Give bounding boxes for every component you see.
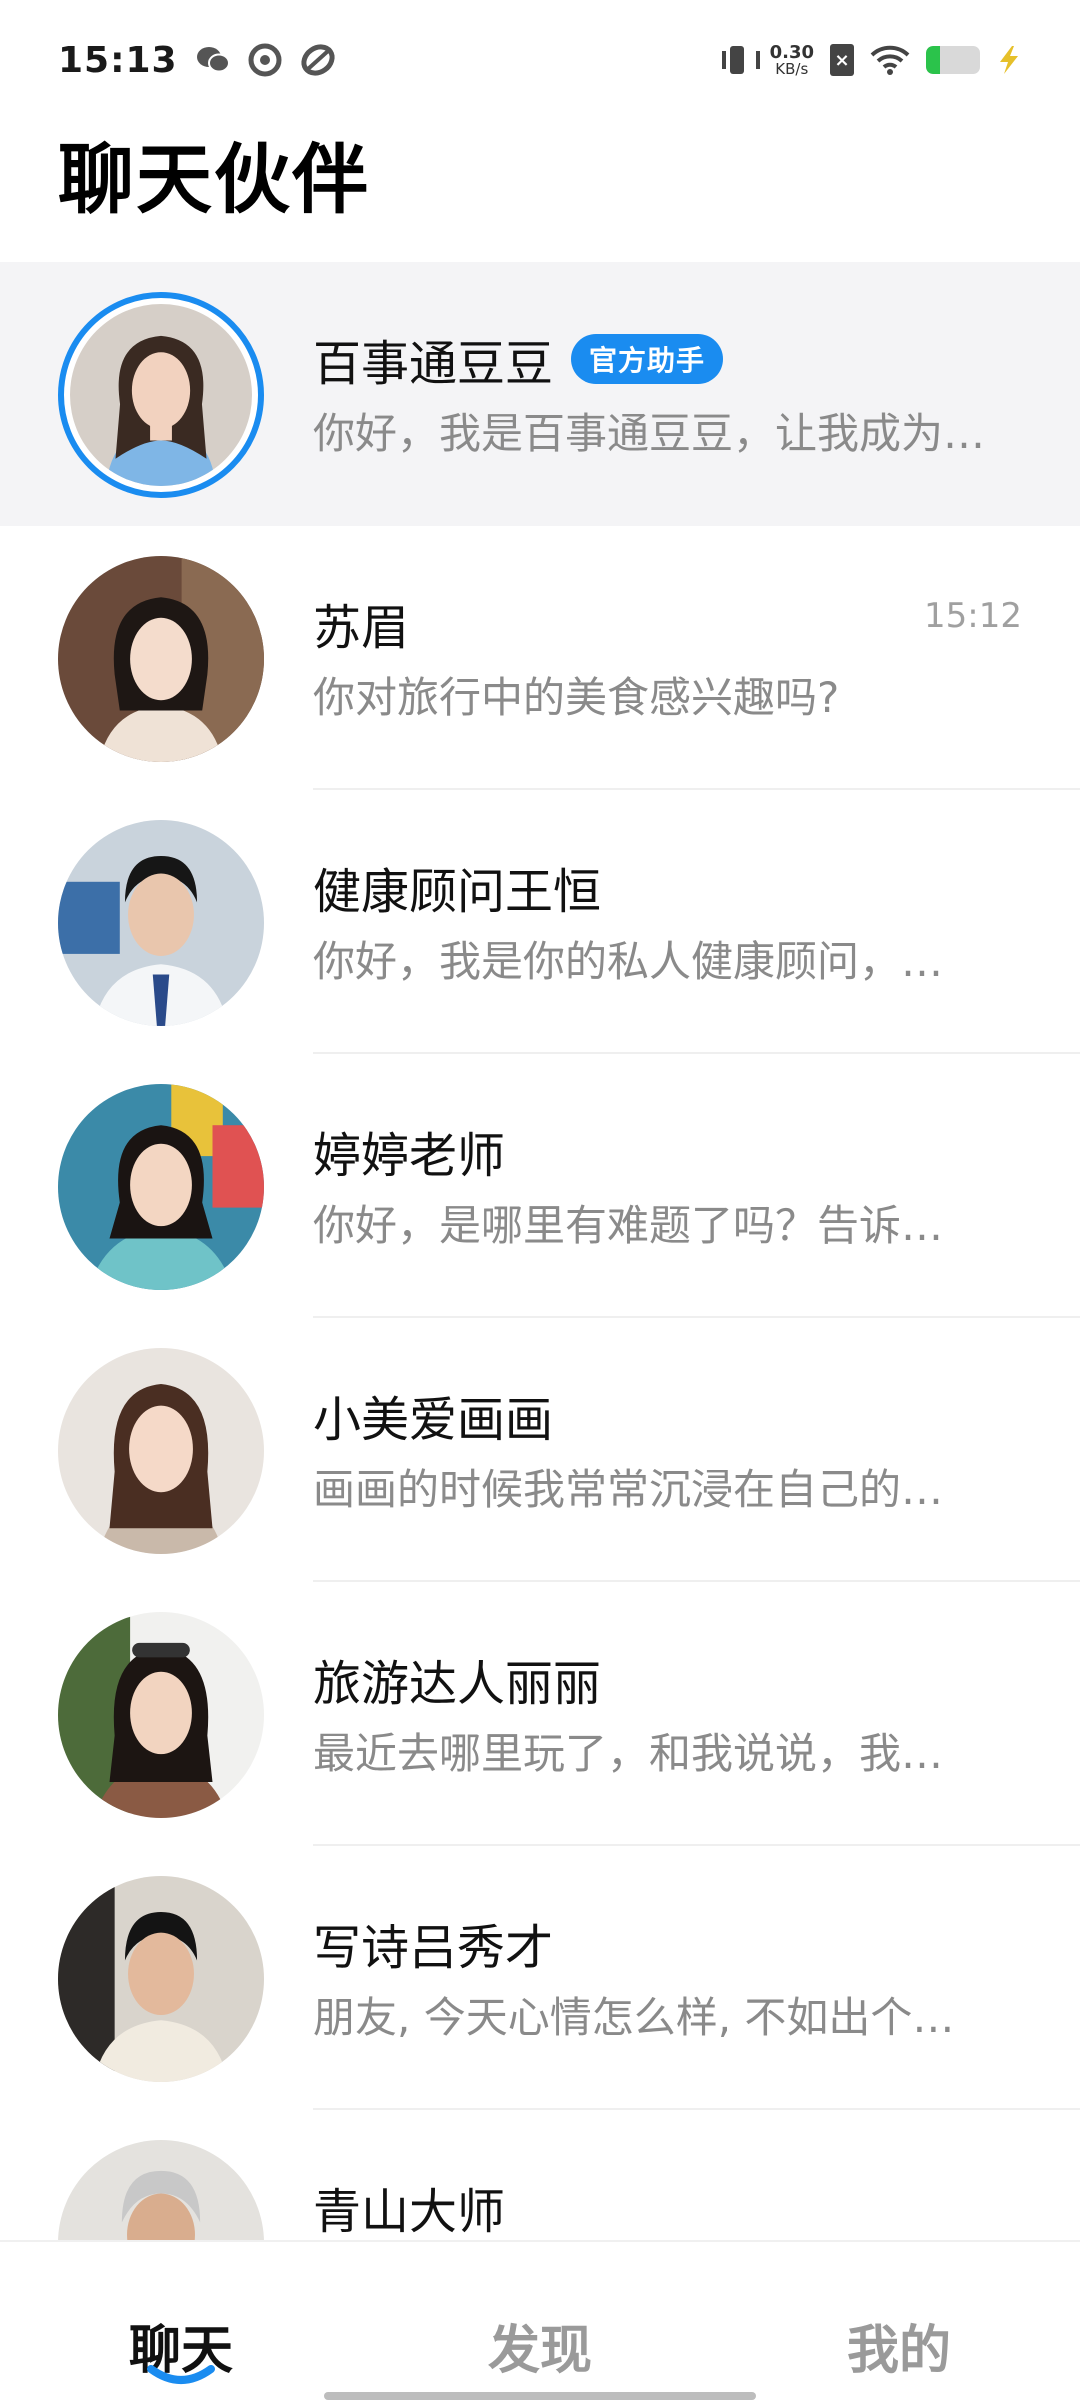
chat-name: 百事通豆豆: [313, 336, 554, 392]
tab-discover[interactable]: 发现: [440, 2308, 640, 2383]
avatar[interactable]: [58, 556, 264, 762]
app-screen: 15:13 0.30 KB/s × 聊天伙伴 百事通豆豆 官方助手 你好，我是百…: [0, 0, 1080, 2408]
chat-name: 婷婷老师: [313, 1128, 506, 1184]
battery-fill: [926, 46, 941, 74]
chat-name-row: 写诗吕秀才: [313, 1908, 553, 1978]
chat-name: 小美爱画画: [313, 1392, 554, 1448]
avatar-image: [58, 556, 264, 762]
battery-icon: [926, 46, 980, 74]
chat-body: 婷婷老师 你好，是哪里有难题了吗？告诉…: [313, 1054, 1022, 1318]
sim-off-icon: ×: [830, 44, 854, 76]
official-badge: 官方助手: [571, 334, 724, 384]
net-speed: 0.30 KB/s: [769, 41, 814, 78]
avatar-image: [58, 1084, 264, 1290]
chat-preview: 最近去哪里玩了，和我说说，我…: [313, 1729, 944, 1778]
avatar-image: [58, 1348, 264, 1554]
avatar-image: [70, 304, 252, 486]
chat-item-sumei[interactable]: 苏眉 15:12 你对旅行中的美食感兴趣吗?: [0, 526, 1080, 790]
chat-item-tingting-teacher[interactable]: 婷婷老师 你好，是哪里有难题了吗？告诉…: [0, 1054, 1080, 1318]
chat-name-row: 百事通豆豆 官方助手: [313, 324, 724, 394]
avatar[interactable]: [58, 1084, 264, 1290]
chat-preview: 你对旅行中的美食感兴趣吗?: [313, 673, 840, 722]
vibrate-icon: [720, 43, 760, 77]
chat-preview: 你好，我是你的私人健康顾问，…: [313, 937, 944, 986]
status-right: 0.30 KB/s ×: [720, 43, 1022, 77]
chat-preview: 你好，我是百事通豆豆，让我成为…: [313, 409, 986, 458]
chat-body: 旅游达人丽丽 最近去哪里玩了，和我说说，我…: [313, 1582, 1022, 1846]
chat-body: 写诗吕秀才 朋友, 今天心情怎么样, 不如出个…: [313, 1846, 1022, 2110]
avatar-image: [58, 820, 264, 1026]
avatar[interactable]: [58, 292, 264, 498]
chat-name: 健康顾问王恒: [313, 864, 602, 920]
chat-preview: 你好，是哪里有难题了吗？告诉…: [313, 1201, 944, 1250]
avatar[interactable]: [58, 1876, 264, 2082]
status-left: 15:13: [58, 40, 336, 81]
chat-name-row: 婷婷老师: [313, 1116, 505, 1186]
chat-preview: 朋友, 今天心情怎么样, 不如出个…: [313, 1993, 955, 2042]
chat-name: 青山大师: [313, 2184, 506, 2240]
record-icon: [248, 43, 282, 77]
chat-item-poet-lv[interactable]: 写诗吕秀才 朋友, 今天心情怎么样, 不如出个…: [0, 1846, 1080, 2110]
net-speed-unit: KB/s: [775, 59, 809, 78]
avatar-image: [58, 1876, 264, 2082]
wechat-icon: [196, 47, 230, 73]
chat-preview: 画画的时候我常常沉浸在自己的…: [313, 1465, 944, 1514]
chat-body: 健康顾问王恒 你好，我是你的私人健康顾问，…: [313, 790, 1022, 1054]
page-title: 聊天伙伴: [58, 135, 370, 224]
chat-name: 旅游达人丽丽: [313, 1656, 602, 1712]
avatar[interactable]: [58, 820, 264, 1026]
chat-item-xiaomei-painting[interactable]: 小美爱画画 画画的时候我常常沉浸在自己的…: [0, 1318, 1080, 1582]
chat-name: 苏眉: [313, 600, 410, 656]
leaf-app-icon: [301, 44, 335, 76]
status-bar: 15:13 0.30 KB/s ×: [0, 0, 1080, 120]
avatar[interactable]: [58, 1348, 264, 1554]
wifi-icon: [870, 45, 910, 75]
chat-body: 百事通豆豆 官方助手 你好，我是百事通豆豆，让我成为…: [313, 262, 1022, 526]
chat-name-row: 小美爱画画: [313, 1380, 553, 1450]
avatar-image: [58, 1612, 264, 1818]
chat-name-row: 青山大师: [313, 2172, 505, 2242]
chat-body: 小美爱画画 画画的时候我常常沉浸在自己的…: [313, 1318, 1022, 1582]
chat-body: 苏眉 15:12 你对旅行中的美食感兴趣吗?: [313, 526, 1022, 790]
chat-name-row: 旅游达人丽丽: [313, 1644, 601, 1714]
charging-bolt-icon: [1000, 46, 1018, 74]
chat-name-row: 健康顾问王恒: [313, 852, 601, 922]
status-time: 15:13: [58, 39, 178, 81]
chat-item-baishitong-doudou[interactable]: 百事通豆豆 官方助手 你好，我是百事通豆豆，让我成为…: [0, 262, 1080, 526]
chat-name: 写诗吕秀才: [313, 1920, 554, 1976]
net-speed-value: 0.30: [769, 41, 814, 63]
chat-item-health-advisor[interactable]: 健康顾问王恒 你好，我是你的私人健康顾问，…: [0, 790, 1080, 1054]
chat-list: 百事通豆豆 官方助手 你好，我是百事通豆豆，让我成为… 苏眉 15:12 你对旅…: [0, 262, 1080, 2374]
active-tab-indicator: [147, 2365, 215, 2384]
avatar[interactable]: [58, 1612, 264, 1818]
chat-time: 15:12: [924, 596, 1022, 636]
home-indicator[interactable]: [324, 2392, 756, 2400]
tab-mine[interactable]: 我的: [799, 2308, 999, 2383]
chat-name-row: 苏眉: [313, 588, 409, 658]
chat-item-travel-lili[interactable]: 旅游达人丽丽 最近去哪里玩了，和我说说，我…: [0, 1582, 1080, 1846]
